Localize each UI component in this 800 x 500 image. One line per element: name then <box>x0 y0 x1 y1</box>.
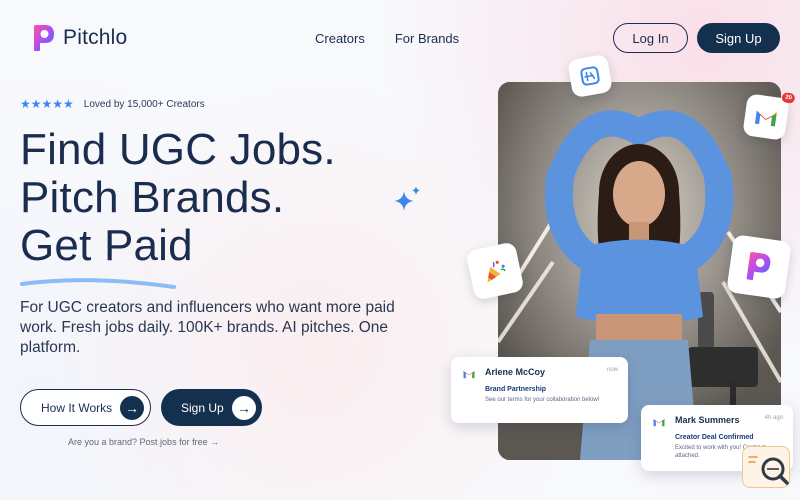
party-popper-icon <box>487 260 506 283</box>
pitchlo-app-card <box>726 234 792 300</box>
headline-line-1: Find UGC Jobs. <box>20 125 336 174</box>
main-nav: Creators For Brands <box>315 31 459 46</box>
hero-subtitle: For UGC creators and influencers who wan… <box>20 299 395 356</box>
help-chat-widget[interactable] <box>742 446 790 488</box>
headline-line-2: Pitch Brands. <box>20 173 285 222</box>
notification-card: Arlene McCoy now Brand Partnership See o… <box>451 357 628 423</box>
brand-name: Pitchlo <box>63 26 128 49</box>
notification-body: See our terms for your collaboration bel… <box>485 397 600 403</box>
headline-line-3: Get Paid <box>20 221 193 270</box>
gmail-app-card: 20 <box>742 92 796 141</box>
hero-signup-button[interactable]: Sign Up → <box>161 389 262 426</box>
sparkle-icon <box>394 186 420 211</box>
star-rating-icon: ★★★★★ <box>20 97 74 111</box>
search-document-icon <box>748 456 789 485</box>
how-it-works-label: How It Works <box>41 400 113 415</box>
brand-logo[interactable]: Pitchlo <box>31 23 127 53</box>
translate-app-card <box>567 53 613 99</box>
nav-creators[interactable]: Creators <box>315 31 365 46</box>
gmail-icon <box>755 110 777 126</box>
gmail-icon <box>653 419 665 427</box>
notification-subject: Creator Deal Confirmed <box>675 434 754 441</box>
gmail-icon <box>463 371 475 379</box>
rating-text: Loved by 15,000+ Creators <box>83 98 205 110</box>
hero-headline: Find UGC Jobs. Pitch Brands. Get Paid <box>20 126 336 270</box>
notification-subject: Brand Partnership <box>485 386 547 393</box>
gmail-unread-badge: 20 <box>781 92 796 104</box>
pitchlo-logo-icon <box>34 25 54 51</box>
arrow-right-icon: → <box>232 395 256 420</box>
rating: ★★★★★ Loved by 15,000+ Creators <box>20 97 205 111</box>
login-button[interactable]: Log In <box>613 23 688 53</box>
pitchlo-app-icon <box>746 252 771 281</box>
notification-time: now <box>606 367 618 373</box>
notification-sender: Arlene McCoy <box>485 367 546 377</box>
headline-underline-decoration <box>20 278 176 289</box>
translate-icon <box>580 66 600 86</box>
brand-post-jobs-link[interactable]: Are you a brand? Post jobs for free → <box>68 437 219 447</box>
notification-time: 4h ago <box>764 415 783 421</box>
hero-signup-label: Sign Up <box>181 400 224 415</box>
party-app-card <box>465 241 525 301</box>
nav-for-brands[interactable]: For Brands <box>395 31 459 46</box>
header-signup-button[interactable]: Sign Up <box>697 23 780 53</box>
arrow-right-icon: → <box>120 395 144 420</box>
how-it-works-button[interactable]: How It Works → <box>20 389 151 426</box>
